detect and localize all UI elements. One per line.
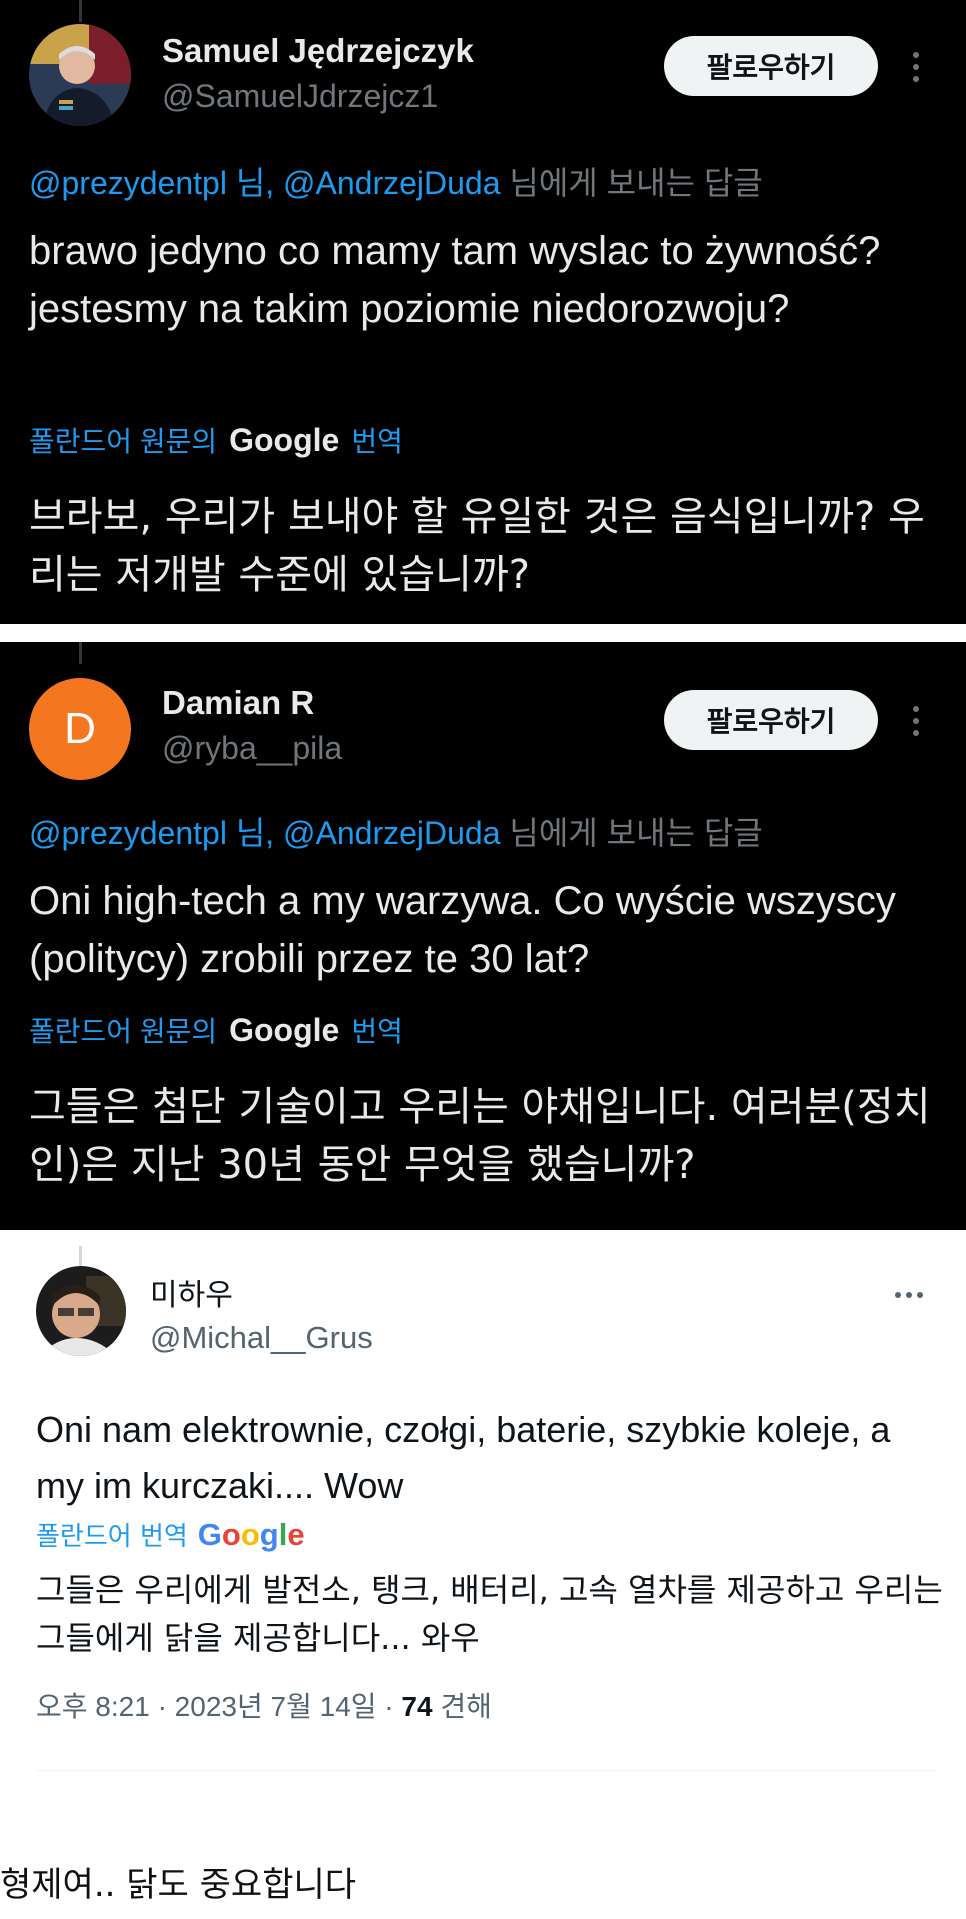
- tweet-text: brawo jedyno co mamy tam wyslac to żywno…: [29, 229, 881, 331]
- more-options-icon[interactable]: [904, 702, 928, 742]
- avatar[interactable]: [29, 24, 131, 126]
- reply-to-line: @prezydentpl 님, @AndrzejDuda 님에게 보내는 답글: [29, 158, 763, 204]
- reply-to-line: @prezydentpl 님, @AndrzejDuda 님에게 보내는 답글: [29, 808, 763, 854]
- tweet-metadata: 오후 8:21 · 2023년 7월 14일 · 74 견해: [36, 1685, 492, 1725]
- translation-attribution[interactable]: 폴란드어 번역 Google: [36, 1516, 305, 1553]
- translated-text: 그들은 우리에게 발전소, 탱크, 배터리, 고속 열차를 제공하고 우리는 그…: [36, 1571, 943, 1657]
- thread-line: [79, 642, 82, 664]
- translate-prefix: 폴란드어 원문의: [29, 426, 218, 457]
- follow-button[interactable]: 팔로우하기: [664, 36, 878, 96]
- translated-text: 그들은 첨단 기술이고 우리는 야채입니다. 여러분(정치인)은 지난 30년 …: [29, 1084, 931, 1188]
- translate-prefix: 폴란드어 번역: [36, 1522, 188, 1552]
- view-count-label: 견해: [432, 1691, 492, 1722]
- follow-button[interactable]: 팔로우하기: [664, 690, 878, 750]
- translate-prefix: 폴란드어 원문의: [29, 1016, 218, 1047]
- reply-mentions[interactable]: @prezydentpl 님, @AndrzejDuda: [29, 165, 501, 201]
- divider: [36, 1770, 936, 1771]
- more-options-icon[interactable]: [895, 1292, 923, 1298]
- translate-suffix: 번역: [351, 1016, 403, 1047]
- author-handle[interactable]: @ryba__pila: [162, 730, 342, 767]
- thread-line: [79, 0, 82, 22]
- author-name[interactable]: Damian R: [162, 684, 314, 722]
- tweet-card-2: D Damian R @ryba__pila 팔로우하기 @prezydentp…: [0, 642, 966, 1230]
- view-count: 74: [401, 1691, 433, 1722]
- reply-suffix: 님에게 보내는 답글: [500, 165, 763, 201]
- reply-suffix: 님에게 보내는 답글: [500, 815, 763, 851]
- author-handle[interactable]: @Michal__Grus: [150, 1320, 373, 1356]
- tweet-text: Oni nam elektrownie, czołgi, baterie, sz…: [36, 1409, 891, 1506]
- translate-suffix: 번역: [351, 426, 403, 457]
- translation-attribution[interactable]: 폴란드어 원문의 Google 번역: [29, 1010, 403, 1050]
- author-handle[interactable]: @SamuelJdrzejcz1: [162, 78, 438, 115]
- tweet-text: Oni high-tech a my warzywa. Co wyście ws…: [29, 879, 896, 981]
- avatar-photo: [29, 24, 131, 126]
- tweet-card-3: 미하우 @Michal__Grus Oni nam elektrownie, c…: [0, 1230, 966, 1795]
- avatar-photo: [36, 1266, 126, 1356]
- author-name[interactable]: Samuel Jędrzejczyk: [162, 32, 474, 70]
- avatar[interactable]: D: [29, 678, 131, 780]
- google-logo: Google: [229, 1011, 340, 1048]
- tweet-card-1: Samuel Jędrzejczyk @SamuelJdrzejcz1 팔로우하…: [0, 0, 966, 624]
- reply-mentions[interactable]: @prezydentpl 님, @AndrzejDuda: [29, 815, 501, 851]
- tweet-timestamp[interactable]: 오후 8:21 · 2023년 7월 14일 ·: [36, 1691, 401, 1722]
- avatar[interactable]: [36, 1266, 126, 1356]
- caption-text: 형제여.. 닭도 중요합니다: [0, 1865, 357, 1905]
- more-options-icon[interactable]: [904, 48, 928, 88]
- author-name[interactable]: 미하우: [150, 1270, 233, 1314]
- avatar-letter: D: [64, 704, 96, 753]
- google-logo: Google: [197, 1516, 305, 1552]
- google-logo: Google: [229, 421, 340, 458]
- translated-text: 브라보, 우리가 보내야 할 유일한 것은 음식입니까? 우리는 저개발 수준에…: [29, 494, 925, 598]
- translation-attribution[interactable]: 폴란드어 원문의 Google 번역: [29, 420, 403, 460]
